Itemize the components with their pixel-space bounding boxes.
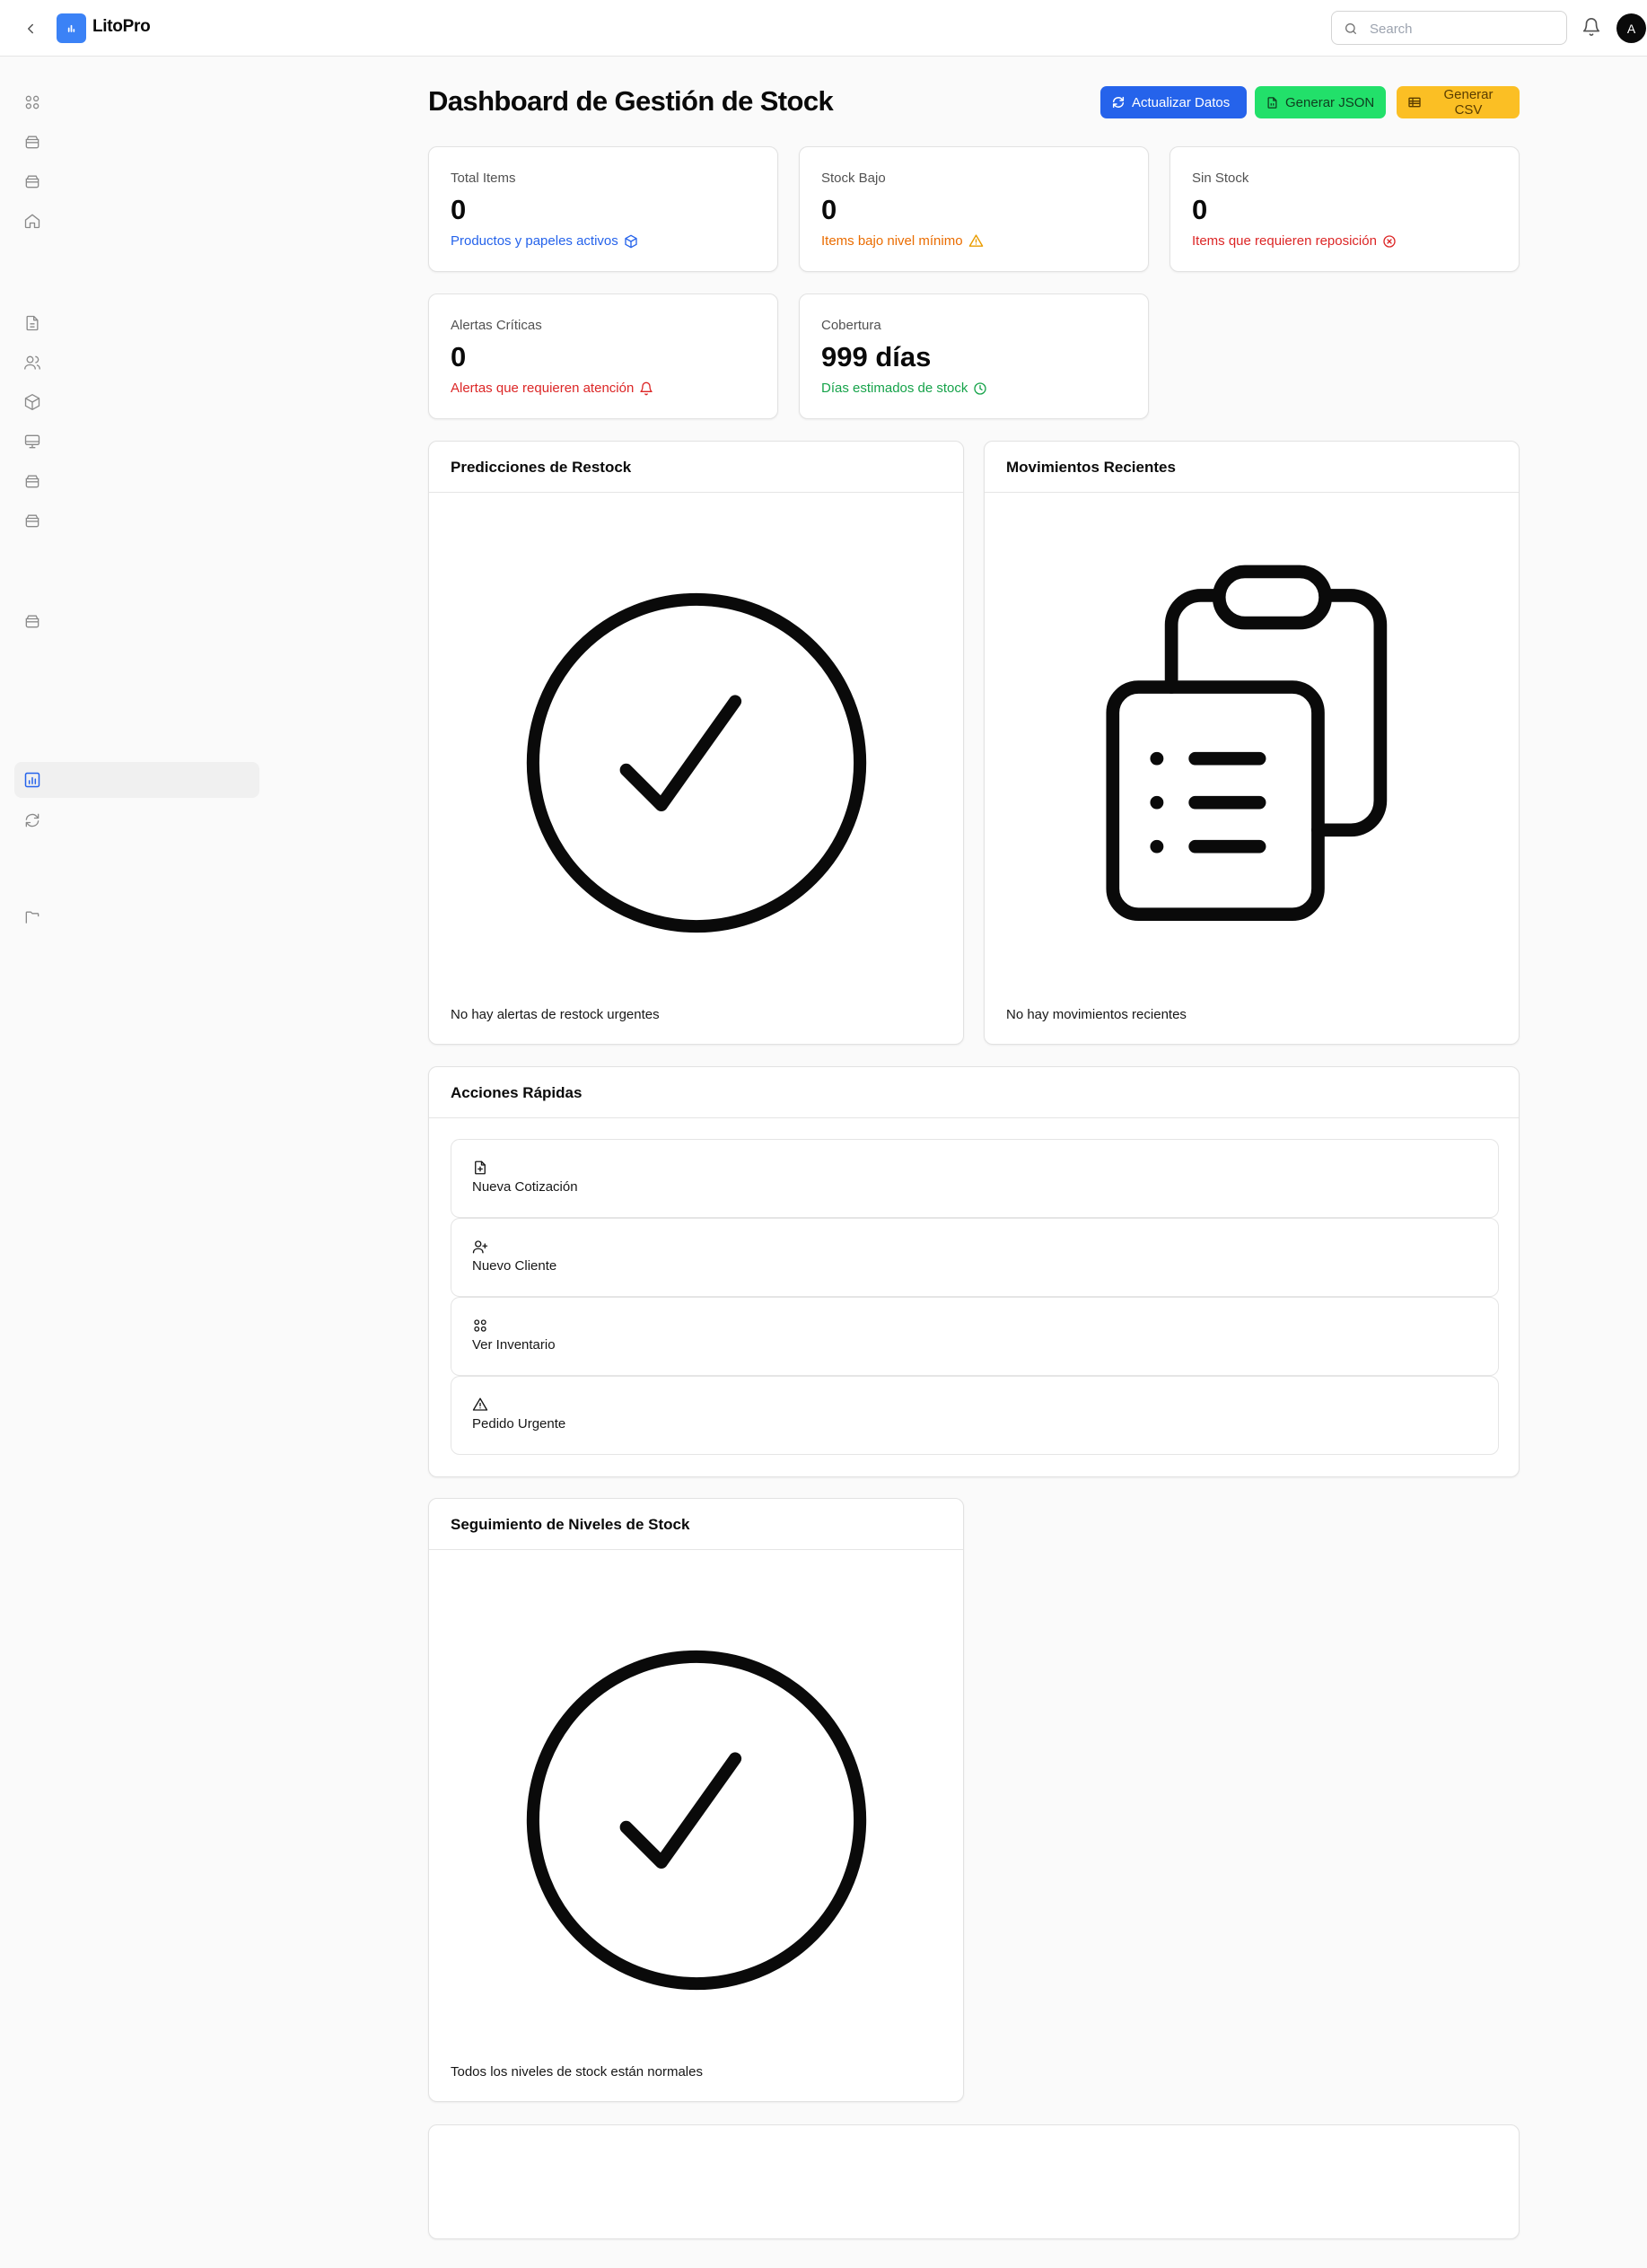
- document-plus-icon: [475, 1160, 486, 1175]
- quick-actions-panel: Acciones Rápidas Nueva Cotización Nuevo …: [428, 1066, 1520, 1477]
- folder-icon[interactable]: [22, 907, 42, 927]
- stat-value: 999 días: [821, 341, 932, 372]
- panel-title: Predicciones de Restock: [451, 459, 632, 476]
- bell-icon: [640, 381, 653, 395]
- clock-icon: [974, 381, 987, 395]
- stat-card-coverage: Cobertura 999 días Días estimados de sto…: [799, 293, 1149, 419]
- archive-icon[interactable]: [22, 471, 42, 491]
- stat-label: Stock Bajo: [821, 171, 886, 186]
- x-circle-icon: [1383, 234, 1396, 248]
- brand-name[interactable]: LitoPro: [92, 17, 151, 37]
- refresh-data-label: Actualizar Datos: [1132, 94, 1231, 110]
- divider: [429, 1549, 963, 1550]
- stat-card-critical-alerts: Alertas Críticas 0 Alertas que requieren…: [428, 293, 778, 419]
- refresh-icon[interactable]: [22, 810, 42, 830]
- search-icon: [1345, 23, 1356, 34]
- quick-action-urgent-order[interactable]: Pedido Urgente: [451, 1376, 1499, 1455]
- archive-icon[interactable]: [22, 511, 42, 530]
- recent-movements-panel: Movimientos Recientes No hay movimientos…: [984, 441, 1520, 1045]
- search-box[interactable]: [1331, 11, 1567, 46]
- empty-widget-panel: [428, 2124, 1520, 2239]
- warning-icon: [472, 1397, 488, 1411]
- generate-json-label: Generar JSON: [1285, 94, 1375, 110]
- quick-action-label: Pedido Urgente: [472, 1416, 566, 1432]
- check-circle-icon: [526, 592, 867, 933]
- brand-logo-icon[interactable]: [57, 13, 86, 43]
- back-arrow-icon[interactable]: [20, 18, 41, 39]
- empty-state-text: Todos los niveles de stock están normale…: [451, 2064, 703, 2080]
- check-circle-icon: [526, 1650, 867, 1991]
- quick-action-label: Nueva Cotización: [472, 1179, 578, 1195]
- panel-title: Movimientos Recientes: [1006, 459, 1176, 476]
- users-icon[interactable]: [22, 353, 42, 372]
- archive-icon[interactable]: [22, 171, 42, 191]
- clipboard-list-icon: [1106, 565, 1388, 922]
- divider: [985, 492, 1519, 493]
- generate-csv-label: Generar CSV: [1443, 87, 1494, 118]
- user-plus-icon: [472, 1240, 488, 1254]
- stat-subtext: Días estimados de stock: [821, 381, 987, 396]
- top-bar: LitoPro A: [0, 0, 1647, 57]
- search-input[interactable]: [1368, 12, 1560, 46]
- page-title: Dashboard de Gestión de Stock: [428, 85, 834, 117]
- stat-card-out-of-stock: Sin Stock 0 Items que requieren reposici…: [1170, 146, 1520, 272]
- stat-card-low-stock: Stock Bajo 0 Items bajo nivel mínimo: [799, 146, 1149, 272]
- generate-json-button[interactable]: Generar JSON: [1255, 86, 1386, 118]
- quick-action-new-quote[interactable]: Nueva Cotización: [451, 1139, 1499, 1218]
- empty-state-text: No hay movimientos recientes: [1006, 1007, 1187, 1022]
- refresh-icon: [1112, 96, 1125, 109]
- stat-label: Cobertura: [821, 318, 881, 333]
- generate-csv-button[interactable]: Generar CSV: [1397, 86, 1520, 118]
- refresh-data-button[interactable]: Actualizar Datos: [1100, 86, 1247, 118]
- divider: [429, 492, 963, 493]
- stat-label: Total Items: [451, 171, 516, 186]
- user-avatar[interactable]: A: [1616, 13, 1646, 43]
- stat-value: 0: [451, 194, 467, 225]
- stat-subtext: Items que requieren reposición: [1192, 233, 1397, 249]
- chart-icon[interactable]: [22, 770, 42, 790]
- archive-icon[interactable]: [22, 611, 42, 631]
- sidebar-active-highlight: [14, 762, 259, 798]
- stat-value: 0: [1192, 194, 1208, 225]
- monitor-icon[interactable]: [22, 432, 42, 451]
- quick-action-label: Ver Inventario: [472, 1337, 556, 1353]
- restock-predictions-panel: Predicciones de Restock No hay alertas d…: [428, 441, 964, 1045]
- notifications-bell-icon[interactable]: [1581, 17, 1601, 41]
- table-icon: [1408, 97, 1421, 108]
- quick-action-label: Nuevo Cliente: [472, 1258, 557, 1274]
- stat-subtext: Items bajo nivel mínimo: [821, 233, 984, 249]
- file-json-icon: [1267, 96, 1277, 109]
- archive-icon[interactable]: [22, 132, 42, 152]
- stat-label: Sin Stock: [1192, 171, 1249, 186]
- stat-label: Alertas Críticas: [451, 318, 542, 333]
- stock-levels-panel: Seguimiento de Niveles de Stock Todos lo…: [428, 1498, 964, 2102]
- panel-title: Seguimiento de Niveles de Stock: [451, 1516, 690, 1533]
- panel-title: Acciones Rápidas: [451, 1084, 583, 1101]
- home-icon[interactable]: [22, 211, 42, 231]
- cube-icon: [625, 234, 637, 248]
- grid-icon: [474, 1319, 486, 1332]
- quick-action-new-client[interactable]: Nuevo Cliente: [451, 1218, 1499, 1297]
- stat-subtext: Alertas que requieren atención: [451, 381, 653, 396]
- divider: [429, 1117, 1519, 1118]
- warning-icon: [968, 234, 983, 247]
- stat-value: 0: [821, 194, 837, 225]
- empty-state-text: No hay alertas de restock urgentes: [451, 1007, 660, 1022]
- sidebar: [0, 57, 269, 2268]
- stat-subtext: Productos y papeles activos: [451, 233, 638, 249]
- stat-value: 0: [451, 341, 467, 372]
- box-icon[interactable]: [22, 392, 42, 412]
- stat-card-total-items: Total Items 0 Productos y papeles activo…: [428, 146, 778, 272]
- grid-icon[interactable]: [22, 92, 42, 112]
- quick-action-view-inventory[interactable]: Ver Inventario: [451, 1297, 1499, 1376]
- document-icon[interactable]: [22, 313, 42, 333]
